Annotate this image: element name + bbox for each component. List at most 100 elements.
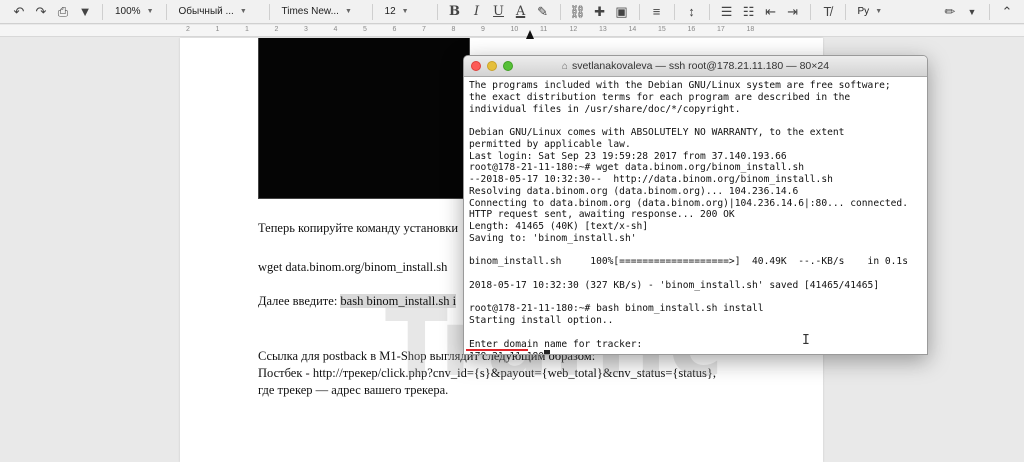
underline-button[interactable]: U (488, 2, 510, 22)
ruler-mark: 5 (363, 26, 367, 33)
terminal-line: Resolving data.binom.org (data.binom.org… (469, 185, 799, 197)
edit-mode-icon[interactable]: ✏ (939, 2, 961, 22)
image-icon[interactable]: ▣ (611, 2, 633, 22)
chevron-down-icon: ▼ (875, 8, 883, 15)
ruler-mark: 12 (569, 26, 578, 33)
terminal-titlebar[interactable]: ⌂ svetlanakovaleva — ssh root@178.21.11.… (464, 56, 927, 77)
ruler-mark: 10 (510, 26, 519, 33)
input-tools-value: Ру (857, 6, 870, 17)
font-select[interactable]: Times New... ▼ (276, 2, 366, 22)
ruler-mark: 1 (215, 26, 220, 33)
text-cursor-icon: I (802, 333, 810, 348)
ruler-mark: 17 (717, 26, 725, 33)
terminal-line: individual files in /usr/share/doc/*/cop… (469, 103, 741, 115)
align-icon[interactable]: ≡ (646, 2, 668, 22)
ruler-mark: 2 (186, 26, 190, 33)
ruler-mark: 1 (245, 26, 249, 33)
ruler-mark: 11 (540, 26, 548, 33)
terminal-line: HTTP request sent, awaiting response... … (469, 209, 735, 221)
ruler-mark: 18 (746, 26, 755, 33)
terminal-cursor (544, 350, 551, 354)
terminal-line: Starting install option.. (469, 315, 614, 326)
window-controls (471, 61, 513, 71)
chevron-down-icon: ▼ (146, 8, 154, 15)
ruler-mark: 16 (687, 26, 696, 33)
close-icon[interactable] (471, 61, 481, 71)
chevron-down-icon[interactable]: ▼ (961, 2, 983, 22)
ruler-mark: 7 (422, 26, 426, 33)
terminal-line: Debian GNU/Linux comes with ABSOLUTELY N… (469, 127, 845, 138)
font-size-select[interactable]: 12 ▼ (379, 2, 431, 22)
red-underline-annotation (466, 349, 528, 351)
doc-paragraph: Теперь копируйте команду установки (258, 221, 459, 235)
link-icon[interactable]: ⛓ (567, 2, 589, 22)
ruler-mark: 9 (481, 26, 485, 33)
zoom-select[interactable]: 100% ▼ (109, 2, 160, 22)
comment-icon[interactable]: ✚ (589, 2, 611, 22)
terminal-output[interactable]: The programs included with the Debian GN… (464, 77, 927, 354)
zoom-icon[interactable] (503, 61, 513, 71)
collapse-icon[interactable]: ⌃ (996, 2, 1018, 22)
undo-icon[interactable]: ↶ (8, 2, 30, 22)
italic-button[interactable]: I (466, 2, 488, 22)
mouse-pointer-icon (526, 30, 534, 39)
ruler-mark: 13 (599, 26, 607, 33)
font-size-value: 12 (384, 6, 396, 17)
terminal-line: root@178-21-11-180:~# bash binom_install… (469, 303, 764, 315)
zoom-value: 100% (115, 6, 141, 17)
style-value: Обычный ... (178, 6, 234, 17)
terminal-line: --2018-05-17 10:32:30-- http://data.bino… (469, 174, 833, 185)
terminal-line: Connecting to data.binom.org (data.binom… (469, 197, 908, 209)
text-color-button[interactable]: A (510, 2, 532, 22)
terminal-line: Saving to: 'binom_install.sh' (469, 232, 637, 244)
toolbar-divider (102, 3, 103, 20)
redo-icon[interactable]: ↷ (30, 2, 52, 22)
input-tools-select[interactable]: Ру ▼ (852, 2, 889, 22)
terminal-line: The programs included with the Debian GN… (469, 80, 891, 91)
chevron-down-icon: ▼ (401, 8, 409, 15)
paint-format-icon[interactable]: ▼ (74, 2, 96, 22)
decrease-indent-icon[interactable]: ⇤ (760, 2, 782, 22)
ruler[interactable]: 2 1 1 2 3 4 5 6 7 8 9 10 11 12 13 14 15 16 17 18 (0, 25, 1024, 37)
ruler-mark: 6 (392, 26, 397, 33)
terminal-line: binom_install.sh 100%[==================… (469, 256, 908, 268)
toolbar-divider (371, 3, 373, 20)
chevron-down-icon: ▼ (344, 8, 352, 15)
terminal-line: Enter domain name for tracker: (469, 338, 643, 350)
terminal-line: the exact distribution terms for each pr… (469, 91, 851, 103)
toolbar-divider (708, 3, 710, 20)
line-spacing-icon[interactable]: ↕ (681, 2, 703, 22)
minimize-icon[interactable] (487, 61, 497, 71)
docs-toolbar: ↶ ↷ ⎙ ▼ 100% ▼ Обычный ... ▼ Times New... ▼… (0, 0, 1024, 24)
ruler-mark: 8 (451, 26, 456, 33)
home-folder-icon: ⌂ (561, 60, 568, 72)
toolbar-divider (559, 3, 561, 20)
doc-text: Далее введите: (258, 294, 341, 308)
terminal-line: permitted by applicable law. (469, 138, 631, 150)
clear-formatting-icon[interactable]: T̸ (817, 2, 839, 22)
increase-indent-icon[interactable]: ⇥ (782, 2, 804, 22)
toolbar-divider (673, 3, 675, 20)
toolbar-divider (989, 3, 990, 20)
toolbar-divider (638, 3, 640, 20)
toolbar-divider (436, 3, 438, 20)
bold-button[interactable]: B (444, 2, 466, 22)
terminal-window[interactable]: ⌂ svetlanakovaleva — ssh root@178.21.11.… (463, 55, 928, 355)
style-select[interactable]: Обычный ... ▼ (173, 2, 263, 22)
bulleted-list-icon[interactable]: ☷ (738, 2, 760, 22)
ruler-mark: 14 (628, 26, 637, 33)
toolbar-divider (268, 3, 270, 20)
ruler-mark: 15 (658, 26, 666, 33)
terminal-line: 2018-05-17 10:32:30 (327 KB/s) - 'binom_… (469, 279, 880, 291)
numbered-list-icon[interactable]: ☰ (716, 2, 738, 22)
print-icon[interactable]: ⎙ (52, 2, 74, 22)
terminal-line: Last login: Sat Sep 23 19:59:28 2017 fro… (469, 150, 787, 162)
highlighter-icon[interactable]: ✎ (532, 2, 554, 22)
terminal-line: Length: 41465 (40K) [text/x-sh] (469, 221, 649, 232)
chevron-down-icon: ▼ (239, 8, 247, 15)
